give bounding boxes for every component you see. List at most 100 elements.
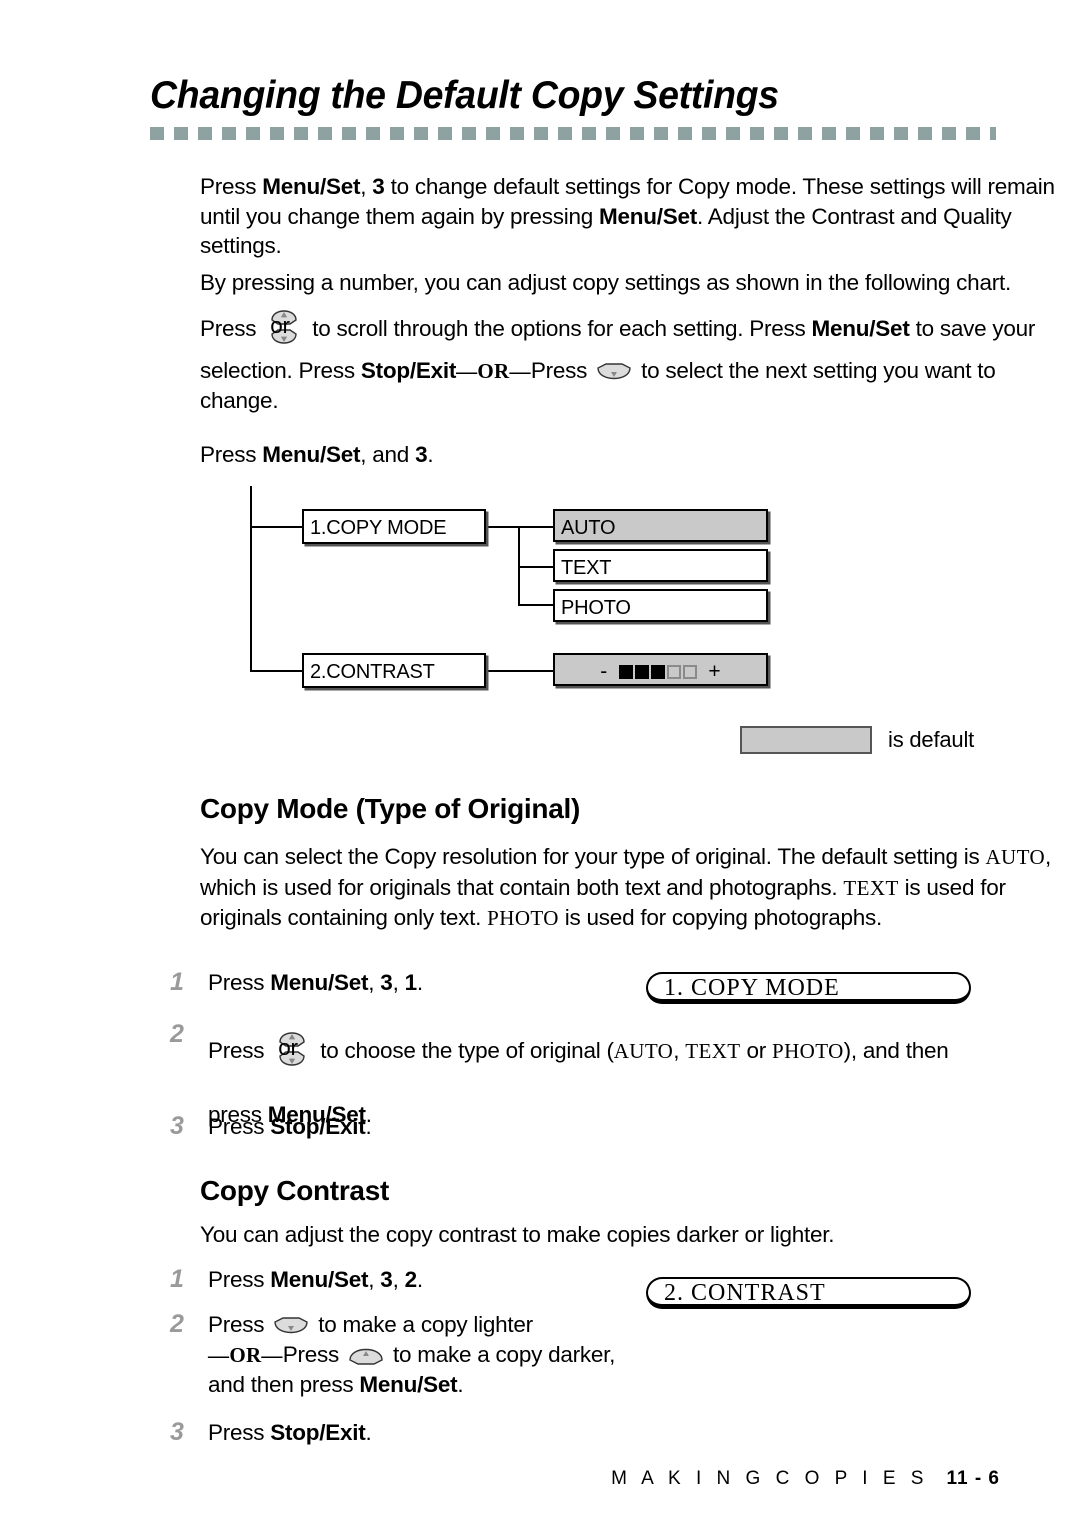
copy-contrast-step-2: 2 Press to make a copy lighter —OR—Press…: [170, 1310, 730, 1400]
copy-mode-desc-photo: PHOTO: [487, 906, 559, 930]
tree-node-contrast-label: 2.CONTRAST: [310, 661, 435, 683]
copy-contrast-desc: You can adjust the copy contrast to make…: [200, 1222, 835, 1247]
intro-p2-stopexit: Stop/Exit: [360, 357, 457, 383]
gauge-plus-sign: +: [708, 660, 721, 683]
cc-s1-two: 2: [404, 1267, 418, 1292]
cc-s3-a: Press: [208, 1420, 271, 1445]
legend-swatch: [740, 726, 872, 754]
cc-s1-c: ,: [368, 1267, 381, 1292]
lcd-contrast-text: 2. CONTRAST: [664, 1280, 826, 1306]
copy-mode-desc-auto: AUTO: [985, 845, 1046, 869]
up-down-arrow-key-icon[interactable]: or: [263, 298, 305, 356]
page-footer: M A K I N G C O P I E S 11 - 6: [0, 1468, 1000, 1490]
cc-s1-three: 3: [380, 1267, 393, 1292]
inline-or-label: or: [278, 1035, 298, 1060]
cm-s2-c: ), and then: [843, 1038, 949, 1063]
cm-s2-opt-auto: AUTO: [613, 1039, 674, 1063]
down-arrow-key-icon[interactable]: [271, 1314, 311, 1338]
cm-s2-a: Press: [208, 1038, 271, 1063]
step-number: 1: [170, 968, 184, 996]
cc-s3-stopexit: Stop/Exit: [270, 1420, 366, 1445]
intro-p1-three: 3: [372, 174, 385, 199]
intro-p2-or-separator: —OR—: [456, 358, 531, 383]
cc-s1-a: Press: [208, 1267, 271, 1292]
intro-paragraph-2: By pressing a number, you can adjust cop…: [200, 268, 1066, 416]
cm-s1-c: ,: [368, 970, 381, 995]
step-number: 2: [170, 1310, 184, 1338]
gauge-block-empty: [666, 665, 681, 679]
tree-option-photo-label: PHOTO: [561, 597, 631, 619]
intro-p1-a: Press: [200, 174, 263, 199]
footer-page-number: 11 - 6: [946, 1468, 1000, 1489]
cm-s1-e: .: [416, 970, 423, 995]
intro-p2-menuset: Menu/Set: [811, 315, 910, 341]
cm-s1-three: 3: [380, 970, 393, 995]
cm-s2-opt-photo: PHOTO: [772, 1039, 844, 1063]
tree-branch-photo: [518, 604, 555, 606]
up-arrow-key-icon[interactable]: [346, 1344, 386, 1368]
copy-mode-step-1: 1 Press Menu/Set, 3, 1.: [170, 968, 600, 998]
cm-s1-a: Press: [208, 970, 271, 995]
tree-branch-text: [518, 566, 555, 568]
intro-paragraph-3: Press Menu/Set, and 3.: [200, 440, 1066, 470]
cc-s2-cont-c: .: [457, 1372, 464, 1397]
tree-option-auto[interactable]: AUTO: [553, 509, 768, 542]
gauge-block-filled: [618, 665, 633, 679]
cc-s1-menuset: Menu/Set: [270, 1267, 369, 1292]
cc-s1-d: ,: [392, 1267, 405, 1292]
copy-mode-desc-a: You can select the Copy resolution for y…: [200, 844, 986, 869]
step-number: 1: [170, 1265, 184, 1293]
intro-p2-d: Press: [530, 357, 594, 383]
cc-s2-a: Press: [208, 1312, 271, 1337]
tree-contrast-gauge[interactable]: - +: [553, 653, 768, 686]
intro-p1-menuset-1: Menu/Set: [262, 174, 361, 199]
cc-s2-c-a: Press: [282, 1341, 345, 1367]
cm-s3-stopexit: Stop/Exit: [270, 1114, 366, 1139]
title-dashed-rule: [150, 126, 996, 140]
tree-node-copy-mode[interactable]: 1.COPY MODE: [302, 509, 486, 544]
lcd-copy-mode-text: 1. COPY MODE: [664, 975, 840, 1001]
title-block: Changing the Default Copy Settings: [150, 75, 996, 140]
step-number: 3: [170, 1112, 184, 1140]
intro-p3-c: , and: [360, 442, 416, 467]
gauge-block-filled: [634, 665, 649, 679]
default-legend: is default: [740, 726, 974, 754]
tree-option-text[interactable]: TEXT: [553, 549, 768, 582]
document-page: Changing the Default Copy Settings Press…: [0, 0, 1080, 1529]
inline-or-label: or: [270, 312, 290, 338]
copy-mode-desc-text: TEXT: [843, 875, 899, 900]
legend-label: is default: [888, 727, 975, 752]
copy-mode-desc-d: is used for copying photographs.: [558, 905, 883, 930]
intro-p3-d: .: [427, 442, 434, 467]
cc-s1-e: .: [416, 1267, 423, 1292]
tree-branch-copy-mode: [250, 526, 304, 528]
gauge-minus-sign: -: [600, 660, 608, 683]
tree-trunk-line: [250, 486, 252, 672]
cm-s2-sep1: ,: [673, 1038, 686, 1063]
gauge-blocks: [613, 662, 704, 683]
intro-p2-b: to scroll through the options for each s…: [306, 315, 812, 341]
cc-s2-cont-menuset: Menu/Set: [359, 1372, 458, 1397]
step-number: 2: [170, 1020, 184, 1048]
tree-node-copy-mode-label: 1.COPY MODE: [310, 517, 447, 539]
tree-option-text-label: TEXT: [561, 557, 612, 579]
gauge-block-filled: [650, 665, 665, 679]
intro-p1-c: ,: [360, 174, 373, 199]
tree-option-photo[interactable]: PHOTO: [553, 589, 768, 622]
cc-s2-or-separator: —OR—: [208, 1342, 283, 1367]
tree-option-auto-label: AUTO: [561, 517, 616, 539]
lcd-display-contrast: 2. CONTRAST: [646, 1277, 971, 1309]
cm-s1-one: 1: [404, 970, 418, 995]
down-arrow-key-icon[interactable]: [594, 360, 634, 384]
cm-s2-sep2: or: [740, 1038, 773, 1063]
intro-p1-menuset-2: Menu/Set: [599, 203, 698, 229]
cm-s2-b: to choose the type of original (: [314, 1038, 614, 1063]
up-down-arrow-key-icon[interactable]: or: [271, 1020, 313, 1078]
tree-node-contrast[interactable]: 2.CONTRAST: [302, 653, 486, 688]
intro-paragraph-1: Press Menu/Set, 3 to change default sett…: [200, 172, 1066, 261]
intro-p3-three: 3: [415, 442, 428, 467]
cm-s1-d: ,: [392, 970, 405, 995]
tree-branch-contrast: [250, 670, 304, 672]
step-number: 3: [170, 1418, 184, 1446]
cm-s3-c: .: [365, 1114, 372, 1139]
